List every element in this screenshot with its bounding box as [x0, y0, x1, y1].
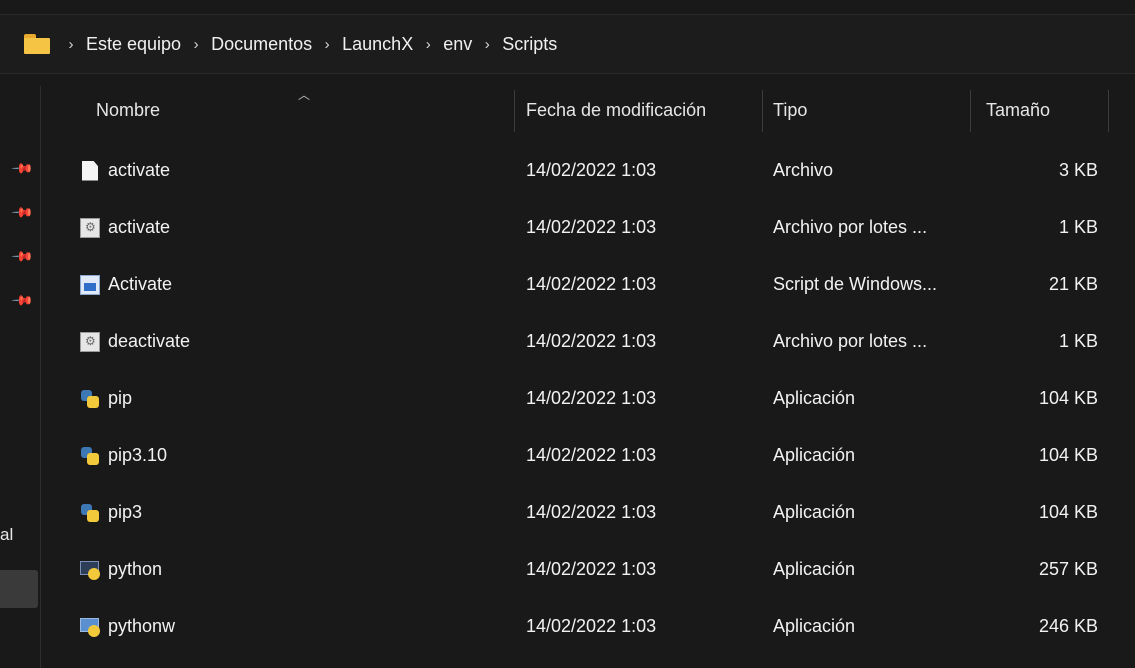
python-console-icon [80, 560, 100, 580]
batch-file-icon [80, 217, 100, 238]
file-name: pythonw [108, 616, 176, 636]
column-resize-handle[interactable] [1108, 90, 1109, 132]
file-type: Aplicación [773, 616, 856, 636]
file-size: 3 KB [1058, 160, 1098, 180]
chevron-right-icon[interactable]: › [472, 36, 502, 53]
file-name: pip3 [108, 502, 143, 522]
file-name: activate [108, 160, 171, 180]
sort-ascending-icon: ︿ [298, 88, 311, 102]
breadcrumb: › Este equipo › Documentos › LaunchX › e… [56, 32, 558, 57]
pin-icon[interactable]: 📌 [11, 200, 35, 224]
python-window-icon [80, 617, 100, 637]
file-size: 1 KB [1058, 217, 1098, 237]
file-icon [82, 160, 98, 181]
breadcrumb-item-launchx[interactable]: LaunchX [342, 32, 413, 57]
file-row[interactable]: python 14/02/2022 1:03 Aplicación 257 KB [42, 541, 1135, 598]
column-header-size[interactable]: Tamaño [986, 86, 1050, 134]
file-date: 14/02/2022 1:03 [526, 160, 657, 180]
folder-icon [24, 34, 50, 54]
file-date: 14/02/2022 1:03 [526, 616, 657, 636]
file-date: 14/02/2022 1:03 [526, 502, 657, 522]
column-header-row: ︿ Nombre Fecha de modificación Tipo Tama… [42, 86, 1135, 138]
python-app-icon [80, 446, 100, 466]
file-type: Script de Windows... [773, 274, 938, 294]
breadcrumb-item-documentos[interactable]: Documentos [211, 32, 312, 57]
batch-file-icon [80, 331, 100, 352]
powershell-script-icon [80, 274, 100, 295]
python-app-icon [80, 389, 100, 409]
file-size: 246 KB [1038, 616, 1098, 636]
file-type: Aplicación [773, 445, 856, 465]
column-resize-handle[interactable] [970, 90, 971, 132]
column-resize-handle[interactable] [762, 90, 763, 132]
file-explorer-window: › Este equipo › Documentos › LaunchX › e… [0, 0, 1135, 668]
column-header-name[interactable]: Nombre [96, 86, 160, 134]
file-date: 14/02/2022 1:03 [526, 388, 657, 408]
file-name: Activate [108, 274, 173, 294]
file-size: 104 KB [1038, 445, 1098, 465]
file-name: python [108, 559, 163, 579]
file-size: 104 KB [1038, 502, 1098, 522]
pane-divider[interactable] [40, 86, 41, 668]
file-type: Archivo por lotes ... [773, 217, 928, 237]
file-row[interactable]: activate 14/02/2022 1:03 Archivo 3 KB [42, 142, 1135, 199]
file-size: 21 KB [1048, 274, 1098, 294]
file-type: Archivo por lotes ... [773, 331, 928, 351]
breadcrumb-item-scripts[interactable]: Scripts [502, 32, 557, 57]
file-type: Aplicación [773, 559, 856, 579]
file-date: 14/02/2022 1:03 [526, 217, 657, 237]
breadcrumb-item-este-equipo[interactable]: Este equipo [86, 32, 181, 57]
file-date: 14/02/2022 1:03 [526, 559, 657, 579]
column-header-type[interactable]: Tipo [773, 86, 807, 134]
python-app-icon [80, 503, 100, 523]
address-bar[interactable]: › Este equipo › Documentos › LaunchX › e… [0, 14, 1135, 74]
file-date: 14/02/2022 1:03 [526, 445, 657, 465]
column-resize-handle[interactable] [514, 90, 515, 132]
file-row[interactable]: pip3.10 14/02/2022 1:03 Aplicación 104 K… [42, 427, 1135, 484]
navigation-pane: 📌 📌 📌 📌 al [0, 74, 42, 668]
pin-icon[interactable]: 📌 [11, 244, 35, 268]
file-type: Archivo [773, 160, 834, 180]
file-name: pip [108, 388, 133, 408]
file-type: Aplicación [773, 502, 856, 522]
file-name: pip3.10 [108, 445, 168, 465]
file-date: 14/02/2022 1:03 [526, 274, 657, 294]
file-row[interactable]: deactivate 14/02/2022 1:03 Archivo por l… [42, 313, 1135, 370]
file-list: activate 14/02/2022 1:03 Archivo 3 KB ac… [42, 142, 1135, 655]
column-header-date[interactable]: Fecha de modificación [526, 86, 706, 134]
pin-icon[interactable]: 📌 [11, 156, 35, 180]
file-size: 1 KB [1058, 331, 1098, 351]
chevron-right-icon[interactable]: › [181, 36, 211, 53]
file-row[interactable]: activate 14/02/2022 1:03 Archivo por lot… [42, 199, 1135, 256]
chevron-right-icon[interactable]: › [312, 36, 342, 53]
breadcrumb-item-env[interactable]: env [443, 32, 472, 57]
file-name: deactivate [108, 331, 191, 351]
file-size: 104 KB [1038, 388, 1098, 408]
file-row[interactable]: pip 14/02/2022 1:03 Aplicación 104 KB [42, 370, 1135, 427]
chevron-right-icon[interactable]: › [56, 36, 86, 53]
nav-item-selected[interactable] [0, 570, 38, 608]
file-type: Aplicación [773, 388, 856, 408]
nav-item-label[interactable]: al [0, 525, 13, 545]
file-row[interactable]: pythonw 14/02/2022 1:03 Aplicación 246 K… [42, 598, 1135, 655]
chevron-right-icon[interactable]: › [413, 36, 443, 53]
file-row[interactable]: Activate 14/02/2022 1:03 Script de Windo… [42, 256, 1135, 313]
file-date: 14/02/2022 1:03 [526, 331, 657, 351]
pin-icon[interactable]: 📌 [11, 288, 35, 312]
file-name: activate [108, 217, 171, 237]
file-row[interactable]: pip3 14/02/2022 1:03 Aplicación 104 KB [42, 484, 1135, 541]
file-size: 257 KB [1038, 559, 1098, 579]
